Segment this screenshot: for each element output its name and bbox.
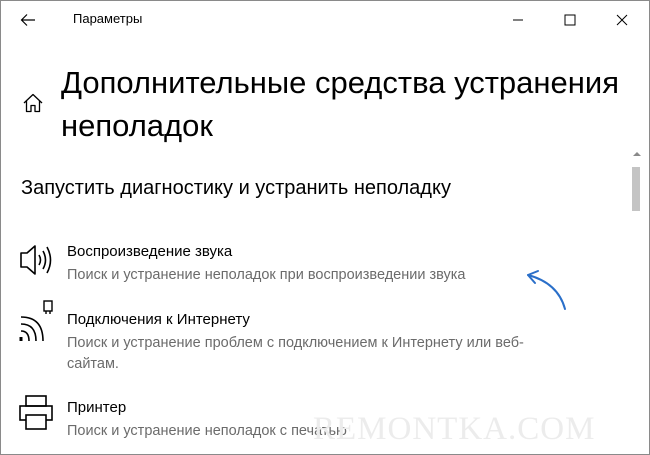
scroll-up-button[interactable] [630, 147, 644, 159]
annotation-arrow-icon [527, 270, 566, 310]
page-title: Дополнительные средства устранения непол… [61, 65, 619, 143]
printer-icon [17, 393, 57, 433]
close-icon [616, 14, 628, 26]
troubleshooter-title: Подключения к Интернету [67, 311, 250, 328]
troubleshooter-title: Принтер [67, 399, 127, 416]
section-title: Запустить диагностику и устранить непола… [21, 177, 451, 199]
troubleshooter-internet[interactable]: Подключения к Интернету Поиск и устранен… [17, 300, 617, 373]
back-button[interactable] [15, 9, 41, 31]
speaker-icon [17, 243, 57, 283]
maximize-icon [564, 14, 576, 26]
scrollbar-thumb[interactable] [632, 167, 640, 211]
minimize-button[interactable] [495, 1, 541, 39]
app-title: Параметры [73, 11, 143, 26]
troubleshooter-title: Воспроизведение звука [67, 243, 233, 260]
back-arrow-icon [20, 14, 35, 26]
chevron-up-icon [633, 152, 641, 156]
home-button[interactable] [21, 91, 45, 115]
minimize-icon [513, 19, 523, 21]
troubleshooter-description: Поиск и устранение проблем с подключение… [67, 335, 524, 372]
settings-window: Параметры Дополнительные средства устран… [0, 0, 650, 455]
watermark: REMONTKA.COM [313, 411, 596, 447]
title-bar: Параметры [1, 1, 649, 39]
close-button[interactable] [599, 1, 645, 39]
maximize-button[interactable] [547, 1, 593, 39]
troubleshooter-description: Поиск и устранение неполадок при воспрои… [67, 267, 466, 283]
network-icon [17, 299, 57, 342]
home-icon [23, 93, 43, 113]
